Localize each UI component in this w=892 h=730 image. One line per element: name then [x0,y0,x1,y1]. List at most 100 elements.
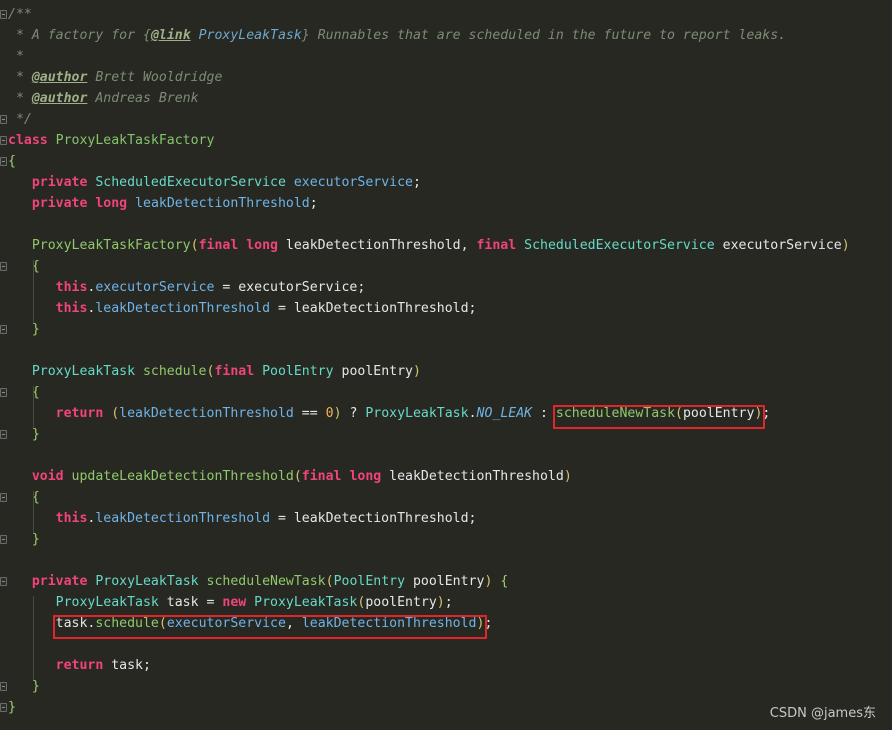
code-token: task [55,616,88,631]
code-token: poolEntry [341,364,413,379]
code-line[interactable]: class ProxyLeakTaskFactory [8,130,214,151]
code-line[interactable]: private long leakDetectionThreshold; [8,193,318,214]
code-token: ProxyLeakTask [254,595,358,610]
fold-marker-icon[interactable] [0,493,7,502]
code-token: = executorService; [214,280,366,295]
code-token: ; [484,616,493,631]
code-line[interactable]: { [8,151,16,172]
code-line[interactable]: /** [8,4,32,25]
code-token: long [349,469,390,484]
code-token: ? [349,406,366,421]
code-token: ProxyLeakTask [365,406,469,421]
code-token: new [222,595,255,610]
code-line[interactable]: { [8,256,40,277]
code-token: task; [111,658,151,673]
code-token: ProxyLeakTask [190,28,302,43]
code-token: Brett Wooldridge [87,70,223,85]
code-token: executorService [95,280,215,295]
code-token: * [8,91,32,106]
code-token: ProxyLeakTask [31,364,143,379]
code-token: ) [436,595,445,610]
code-token: { [8,154,16,169]
code-token: task = [166,595,223,610]
fold-marker-icon[interactable] [0,430,7,439]
code-line[interactable]: { [8,487,40,508]
code-line[interactable]: * A factory for {@link ProxyLeakTask} Ru… [8,25,786,46]
code-line[interactable]: task.schedule(executorService, leakDetec… [8,613,493,634]
code-line[interactable]: ProxyLeakTask schedule(final PoolEntry p… [8,361,421,382]
code-token: schedule [142,364,207,379]
code-line[interactable]: * [8,46,24,67]
code-token: private [31,196,96,211]
fold-marker-icon[interactable] [0,136,7,145]
code-token: { [500,574,509,589]
code-token: Runnables that are scheduled in the futu… [309,28,787,43]
fold-marker-icon[interactable] [0,703,7,712]
fold-marker-icon[interactable] [0,157,7,166]
code-line[interactable]: ProxyLeakTask task = new ProxyLeakTask(p… [8,592,453,613]
code-token: NO_LEAK [476,406,533,421]
code-token: leakDetectionThreshold, [285,238,477,253]
fold-marker-icon[interactable] [0,262,7,271]
fold-marker-icon[interactable] [0,577,7,586]
code-line[interactable]: * @author Brett Wooldridge [8,67,222,88]
code-line[interactable]: { [8,382,40,403]
code-line[interactable]: this.leakDetectionThreshold = leakDetect… [8,298,477,319]
fold-marker-icon[interactable] [0,115,7,124]
code-token: scheduleNewTask [206,574,326,589]
code-line[interactable]: ProxyLeakTaskFactory(final long leakDete… [8,235,850,256]
code-token: */ [8,112,32,127]
code-line[interactable]: * @author Andreas Brenk [8,88,199,109]
code-token: } [301,28,310,43]
code-token: this [55,301,88,316]
code-token: ( [675,406,683,421]
code-token: final [476,238,525,253]
fold-marker-icon[interactable] [0,325,7,334]
code-token: : [532,406,556,421]
code-token: class [8,133,56,148]
code-editor[interactable]: /** * A factory for {@link ProxyLeakTask… [0,0,892,730]
code-token: 0 [325,406,334,421]
code-token: executorService [293,175,413,190]
code-line[interactable]: } [8,424,40,445]
code-token: ProxyLeakTaskFactory [55,133,215,148]
fold-marker-icon[interactable] [0,10,7,19]
code-token: @author [31,70,88,85]
code-token: executorService [166,616,286,631]
code-line[interactable]: this.executorService = executorService; [8,277,366,298]
code-token: ) [333,406,350,421]
code-line[interactable]: return (leakDetectionThreshold == 0) ? P… [8,403,771,424]
code-line[interactable]: private ScheduledExecutorService executo… [8,172,421,193]
code-line[interactable]: void updateLeakDetectionThreshold(final … [8,466,572,487]
fold-gutter [0,0,8,730]
code-line[interactable]: this.leakDetectionThreshold = leakDetect… [8,508,477,529]
code-line[interactable]: private ProxyLeakTask scheduleNewTask(Po… [8,571,508,592]
fold-marker-icon[interactable] [0,535,7,544]
code-token: ScheduledExecutorService [524,238,723,253]
code-token: PoolEntry [262,364,342,379]
code-token: this [55,511,88,526]
indent-guide [33,596,34,680]
code-line[interactable]: } [8,697,16,718]
code-line[interactable]: } [8,529,40,550]
code-line[interactable]: } [8,676,40,697]
code-line[interactable]: return task; [8,655,151,676]
code-token: , [285,616,302,631]
code-token: ( [111,406,120,421]
code-line[interactable]: */ [8,109,32,130]
fold-marker-icon[interactable] [0,388,7,397]
code-token: final [198,238,247,253]
code-line[interactable]: } [8,319,40,340]
code-token: leakDetectionThreshold [95,511,271,526]
fold-marker-icon[interactable] [0,682,7,691]
